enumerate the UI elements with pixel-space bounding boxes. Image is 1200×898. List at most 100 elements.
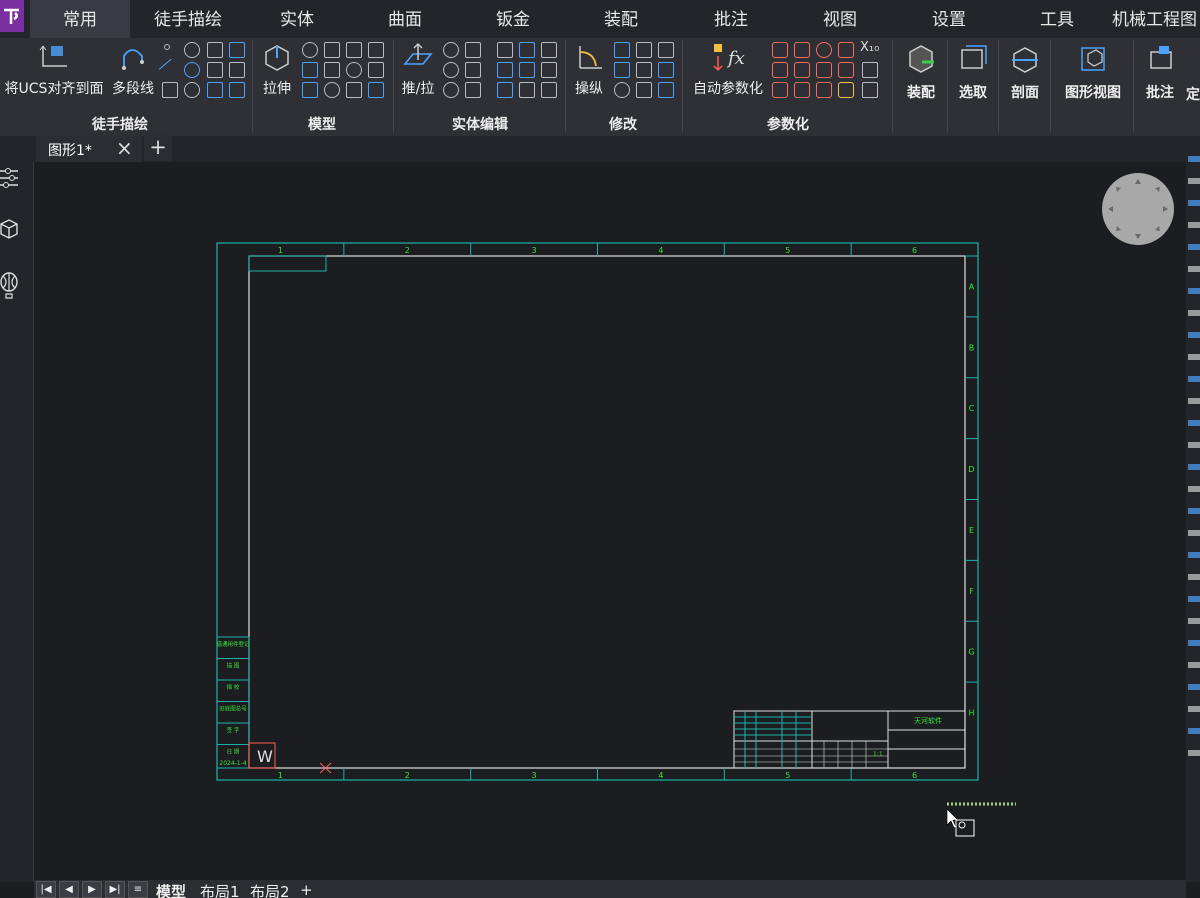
revolve-icon[interactable] bbox=[302, 42, 318, 58]
tab-layout2[interactable]: 布局2 bbox=[250, 881, 290, 898]
wedge-icon[interactable] bbox=[368, 42, 384, 58]
cone-icon[interactable] bbox=[346, 42, 362, 58]
circle-icon[interactable] bbox=[184, 42, 200, 58]
parallel-icon[interactable] bbox=[838, 42, 854, 58]
arc-icon[interactable] bbox=[229, 42, 245, 58]
horizontal-icon[interactable] bbox=[772, 62, 788, 78]
tab-layout1[interactable]: 布局1 bbox=[200, 881, 240, 898]
subtract-icon[interactable] bbox=[443, 62, 459, 78]
param-table-icon[interactable] bbox=[862, 62, 878, 78]
annotate-button[interactable]: 批注 bbox=[1138, 42, 1182, 102]
fillet-edge-icon[interactable] bbox=[519, 42, 535, 58]
assembly-button[interactable]: 装配 bbox=[898, 42, 944, 102]
offset-face-icon[interactable] bbox=[519, 62, 535, 78]
section-button[interactable]: 剖面 bbox=[1003, 42, 1047, 102]
select-button[interactable]: 选取 bbox=[952, 42, 994, 102]
tab-view[interactable]: 视图 bbox=[805, 0, 875, 38]
solid-edge-icon[interactable] bbox=[465, 82, 481, 98]
document-tab[interactable]: 图形1* × bbox=[36, 136, 142, 162]
split-icon[interactable] bbox=[541, 42, 557, 58]
tab-model[interactable]: 模型 bbox=[156, 881, 186, 898]
move-icon[interactable] bbox=[614, 42, 630, 58]
align-icon[interactable] bbox=[658, 82, 674, 98]
polygon-icon[interactable] bbox=[207, 42, 223, 58]
last-layout-button[interactable]: ▶| bbox=[105, 881, 125, 898]
close-icon[interactable]: × bbox=[116, 136, 133, 160]
more-constraints-icon[interactable] bbox=[862, 82, 878, 98]
lock-icon[interactable] bbox=[838, 82, 854, 98]
navigation-wheel[interactable] bbox=[1102, 173, 1174, 245]
right-tool-icons[interactable] bbox=[1188, 156, 1200, 756]
array-icon[interactable] bbox=[658, 42, 674, 58]
tab-annotate[interactable]: 批注 bbox=[696, 0, 766, 38]
polyline-button[interactable]: 多段线 bbox=[108, 42, 158, 98]
app-logo-icon[interactable] bbox=[0, 0, 24, 32]
ellipse-icon[interactable] bbox=[207, 62, 223, 78]
more-ribbon-button[interactable]: 定 bbox=[1186, 82, 1200, 104]
equal-icon[interactable] bbox=[794, 82, 810, 98]
tab-tools[interactable]: 工具 bbox=[1022, 0, 1092, 38]
tab-sheetmetal[interactable]: 钣金 bbox=[478, 0, 548, 38]
align-ucs-button[interactable]: 将UCS对齐到面 bbox=[2, 42, 106, 98]
rotate-face-icon[interactable] bbox=[519, 82, 535, 98]
intersect-icon[interactable] bbox=[443, 82, 459, 98]
next-layout-button[interactable]: ▶ bbox=[82, 881, 102, 898]
add-layout-button[interactable]: + bbox=[300, 881, 313, 898]
concentric-icon[interactable] bbox=[816, 42, 832, 58]
box-icon[interactable] bbox=[324, 42, 340, 58]
union-icon[interactable] bbox=[443, 42, 459, 58]
rectangle-icon[interactable] bbox=[162, 82, 178, 98]
sweep-icon[interactable] bbox=[302, 62, 318, 78]
move-face-icon[interactable] bbox=[497, 62, 513, 78]
smooth-icon[interactable] bbox=[816, 82, 832, 98]
add-tab-button[interactable]: + bbox=[144, 135, 172, 161]
rotate-icon[interactable] bbox=[184, 62, 200, 78]
solid-box-icon[interactable] bbox=[465, 42, 481, 58]
tab-solid[interactable]: 实体 bbox=[262, 0, 332, 38]
fix-constraint-icon[interactable] bbox=[772, 42, 788, 58]
coincident-icon[interactable] bbox=[794, 42, 810, 58]
manipulate-button[interactable]: 操纵 bbox=[570, 42, 608, 98]
layout-list-icon[interactable]: ≡ bbox=[128, 881, 148, 898]
tab-sketch[interactable]: 徒手描绘 bbox=[140, 0, 236, 38]
perpendicular-icon[interactable] bbox=[816, 62, 832, 78]
trim-icon[interactable] bbox=[207, 82, 223, 98]
copy-icon[interactable] bbox=[636, 42, 652, 58]
prev-layout-button[interactable]: ◀ bbox=[59, 881, 79, 898]
tab-surface[interactable]: 曲面 bbox=[370, 0, 440, 38]
render-balloon-icon[interactable] bbox=[0, 272, 20, 300]
sphere-icon[interactable] bbox=[324, 82, 340, 98]
scale-icon[interactable] bbox=[636, 62, 652, 78]
loft-icon[interactable] bbox=[368, 62, 384, 78]
x10-label[interactable]: X₁₀ bbox=[860, 40, 879, 55]
stretch-icon[interactable] bbox=[658, 62, 674, 78]
spline-icon[interactable] bbox=[184, 82, 200, 98]
tab-assembly[interactable]: 装配 bbox=[586, 0, 656, 38]
vertical-icon[interactable] bbox=[794, 62, 810, 78]
mirror-icon[interactable] bbox=[614, 82, 630, 98]
rotate-obj-icon[interactable] bbox=[614, 62, 630, 78]
shell-icon[interactable] bbox=[368, 82, 384, 98]
tab-settings[interactable]: 设置 bbox=[914, 0, 984, 38]
taper-icon[interactable] bbox=[497, 82, 513, 98]
model-browser-icon[interactable] bbox=[0, 218, 20, 242]
torus-icon[interactable] bbox=[346, 62, 362, 78]
point-icon[interactable] bbox=[164, 44, 170, 50]
solid-face-icon[interactable] bbox=[465, 62, 481, 78]
properties-icon[interactable] bbox=[0, 166, 20, 190]
fillet-sketch-icon[interactable] bbox=[229, 82, 245, 98]
drawing-view-button[interactable]: 图形视图 bbox=[1058, 42, 1128, 102]
tangent-icon[interactable] bbox=[838, 62, 854, 78]
drawing-canvas[interactable]: 1 1 2 2 3 3 4 4 5 5 6 6 A B C D E F G H 借通用件登记描 图描 校旧底图总号签… bbox=[34, 162, 1186, 880]
chamfer-icon[interactable] bbox=[497, 42, 513, 58]
cylinder-icon[interactable] bbox=[324, 62, 340, 78]
push-pull-button[interactable]: 推/拉 bbox=[398, 42, 438, 98]
tab-home[interactable]: 常用 bbox=[30, 0, 130, 38]
auto-param-button[interactable]: fx 自动参数化 bbox=[688, 42, 768, 98]
tab-mechanical-drawing[interactable]: 机械工程图 bbox=[1112, 0, 1200, 38]
check-solid-icon[interactable] bbox=[541, 82, 557, 98]
pyramid-icon[interactable] bbox=[302, 82, 318, 98]
first-layout-button[interactable]: |◀ bbox=[36, 881, 56, 898]
pyramid2-icon[interactable] bbox=[346, 82, 362, 98]
explode-icon[interactable] bbox=[636, 82, 652, 98]
